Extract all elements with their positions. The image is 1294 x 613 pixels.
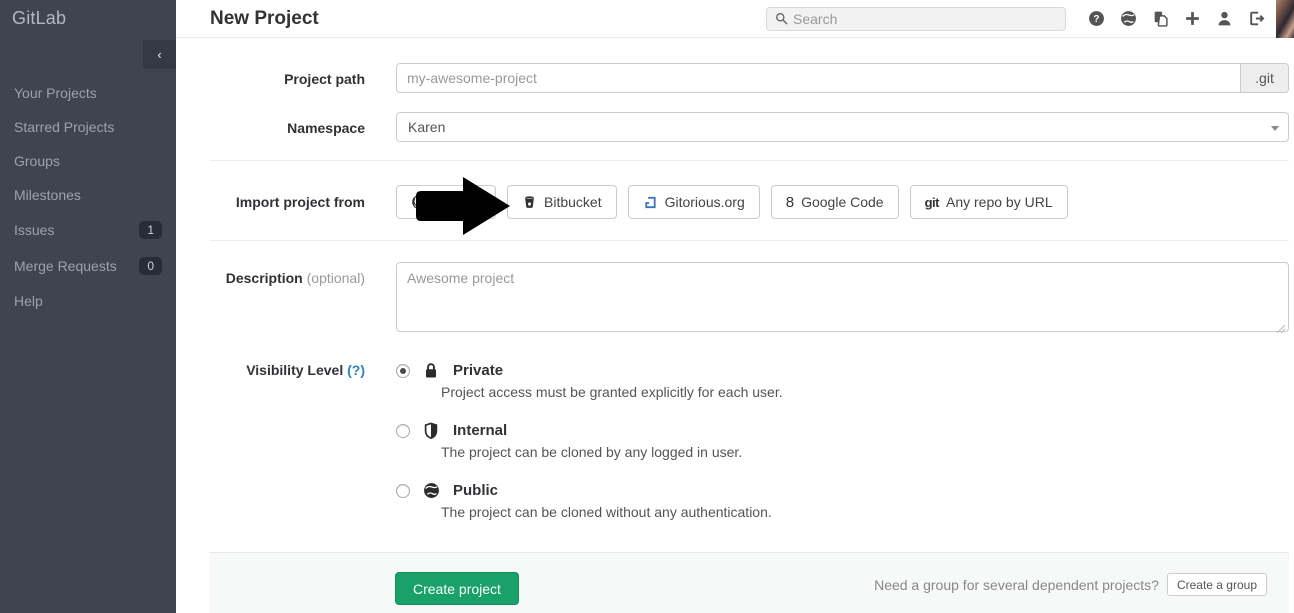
- gitlab-logo[interactable]: GitLab: [0, 0, 176, 37]
- namespace-label: Namespace: [210, 112, 365, 142]
- sidebar-item-label: Your Projects: [14, 85, 97, 101]
- sidebar: GitLab ‹ Your Projects Starred Projects …: [0, 0, 176, 613]
- project-path-input[interactable]: [396, 63, 1241, 93]
- new-project-button[interactable]: [1176, 0, 1208, 38]
- visibility-option-public: Public The project can be cloned without…: [396, 481, 1289, 522]
- import-gitorious-button[interactable]: Gitorious.org: [628, 185, 760, 219]
- visibility-option-name[interactable]: Public: [453, 481, 1289, 501]
- sidebar-item-label: Groups: [14, 153, 60, 169]
- merge-requests-count-badge: 0: [139, 257, 162, 275]
- github-icon: [411, 194, 427, 210]
- sidebar-item-help[interactable]: Help: [0, 284, 176, 318]
- help-icon: ?: [1088, 10, 1105, 27]
- main-area: New Project ?: [176, 0, 1294, 613]
- namespace-select[interactable]: Karen: [396, 112, 1289, 142]
- sidebar-item-your-projects[interactable]: Your Projects: [0, 76, 176, 110]
- visibility-row: Visibility Level (?) Private Project acc…: [210, 361, 1289, 522]
- visibility-option-description: The project can be cloned by any logged …: [441, 442, 1289, 462]
- namespace-selected-value: Karen: [408, 119, 445, 135]
- import-from-label: Import project from: [210, 185, 365, 219]
- sidebar-item-label: Help: [14, 293, 43, 309]
- group-actions: Need a group for several dependent proje…: [874, 573, 1267, 596]
- import-github-button[interactable]: [396, 185, 496, 219]
- sidebar-nav: Your Projects Starred Projects Groups Mi…: [0, 76, 176, 318]
- visibility-label: Visibility Level (?): [210, 361, 365, 522]
- explore-button[interactable]: [1112, 0, 1144, 38]
- import-row: Import project from: [210, 185, 1289, 219]
- google-code-icon: 8: [786, 195, 794, 210]
- divider: [210, 240, 1289, 241]
- namespace-row: Namespace Karen: [210, 112, 1289, 142]
- description-textarea[interactable]: [396, 262, 1289, 332]
- top-bar-right: ?: [766, 0, 1294, 38]
- sidebar-item-label: Starred Projects: [14, 119, 114, 135]
- logout-icon: [1248, 10, 1265, 27]
- caret-down-icon: [1271, 126, 1279, 131]
- optional-note: (optional): [307, 270, 365, 286]
- profile-user-icon: [1216, 10, 1233, 27]
- snippets-copy-icon: [1152, 10, 1169, 27]
- search-box[interactable]: [766, 7, 1066, 31]
- project-path-row: Project path .git: [210, 63, 1289, 93]
- new-plus-icon: [1184, 10, 1201, 27]
- sidebar-item-label: Milestones: [14, 187, 81, 203]
- visibility-option-description: Project access must be granted explicitl…: [441, 382, 1289, 402]
- visibility-option-internal: Internal The project can be cloned by an…: [396, 421, 1289, 462]
- chevron-left-icon: ‹: [157, 47, 161, 62]
- group-hint-text: Need a group for several dependent proje…: [874, 577, 1159, 593]
- divider: [210, 160, 1289, 161]
- visibility-option-name[interactable]: Private: [453, 361, 1289, 381]
- internal-radio[interactable]: [396, 424, 410, 438]
- visibility-option-private: Private Project access must be granted e…: [396, 361, 1289, 402]
- sidebar-item-starred-projects[interactable]: Starred Projects: [0, 110, 176, 144]
- page-title: New Project: [210, 8, 319, 30]
- sidebar-item-milestones[interactable]: Milestones: [0, 178, 176, 212]
- search-icon: [775, 12, 788, 25]
- project-path-label: Project path: [210, 63, 365, 93]
- description-label: Description (optional): [210, 262, 365, 337]
- lock-icon: [423, 362, 439, 384]
- issues-count-badge: 1: [139, 221, 162, 239]
- import-button-label: Any repo by URL: [946, 194, 1053, 210]
- visibility-option-name[interactable]: Internal: [453, 421, 1289, 441]
- visibility-help-link[interactable]: (?): [347, 362, 365, 378]
- form-actions: Create project Need a group for several …: [210, 552, 1289, 613]
- sidebar-item-groups[interactable]: Groups: [0, 144, 176, 178]
- create-project-button[interactable]: Create project: [395, 572, 519, 605]
- sidebar-item-label: Merge Requests: [14, 258, 117, 274]
- sidebar-item-label: Issues: [14, 222, 54, 238]
- logout-button[interactable]: [1240, 0, 1272, 38]
- gitorious-icon: [643, 195, 658, 210]
- resize-handle-icon[interactable]: [1276, 324, 1286, 334]
- profile-button[interactable]: [1208, 0, 1240, 38]
- import-bitbucket-button[interactable]: Bitbucket: [507, 185, 617, 219]
- sidebar-item-issues[interactable]: Issues 1: [0, 212, 176, 248]
- bitbucket-icon: [522, 195, 537, 210]
- git-suffix-addon: .git: [1241, 63, 1289, 93]
- import-any-repo-button[interactable]: git Any repo by URL: [910, 185, 1068, 219]
- import-button-label: Gitorious.org: [665, 194, 745, 210]
- svg-text:?: ?: [1093, 14, 1099, 25]
- private-radio[interactable]: [396, 364, 410, 378]
- help-button[interactable]: ?: [1080, 0, 1112, 38]
- new-project-form: Project path .git Namespace Karen Import…: [176, 63, 1294, 613]
- public-radio[interactable]: [396, 484, 410, 498]
- search-input[interactable]: [793, 11, 1057, 27]
- import-button-label: Google Code: [801, 194, 884, 210]
- visibility-option-description: The project can be cloned without any au…: [441, 502, 1289, 522]
- explore-globe-icon: [1120, 10, 1137, 27]
- description-row: Description (optional): [210, 262, 1289, 337]
- snippets-button[interactable]: [1144, 0, 1176, 38]
- sidebar-collapse-button[interactable]: ‹: [143, 40, 176, 69]
- sidebar-item-merge-requests[interactable]: Merge Requests 0: [0, 248, 176, 284]
- top-bar: New Project ?: [176, 0, 1294, 38]
- git-icon: git: [925, 196, 939, 209]
- import-google-code-button[interactable]: 8 Google Code: [771, 185, 899, 219]
- import-button-label: Bitbucket: [544, 194, 602, 210]
- create-group-button[interactable]: Create a group: [1167, 573, 1267, 596]
- shield-icon: [423, 422, 439, 444]
- user-avatar[interactable]: [1276, 0, 1294, 38]
- globe-icon: [423, 482, 440, 504]
